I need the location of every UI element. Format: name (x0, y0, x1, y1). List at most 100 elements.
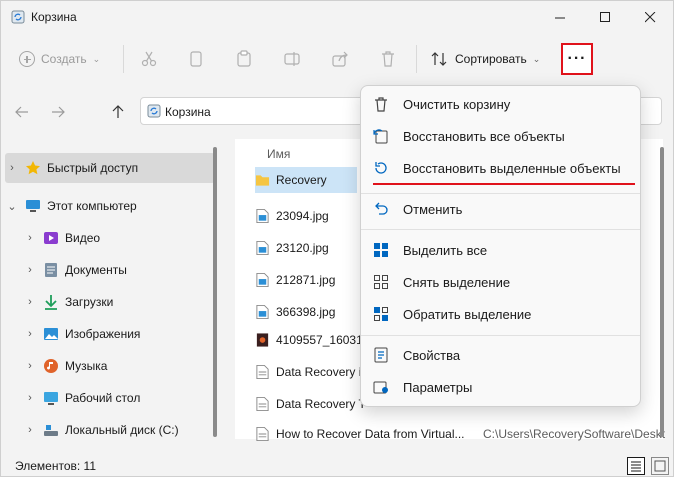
sidebar-item-downloads[interactable]: › Загрузки (23, 287, 213, 317)
menu-item-label: Очистить корзину (403, 96, 511, 112)
close-icon (644, 11, 655, 22)
chevron-right-icon[interactable]: › (23, 424, 37, 436)
computer-icon (26, 200, 40, 212)
address-path: Корзина (165, 105, 211, 119)
menu-item-restore-all[interactable]: Восстановить все объекты (365, 120, 637, 152)
item-count: Элементов: 11 (15, 459, 96, 473)
paste-icon[interactable] (234, 49, 254, 69)
new-button-label: Создать (41, 52, 87, 66)
menu-item-label: Снять выделение (403, 274, 511, 290)
navigation-pane: › Быстрый доступ ⌄ Этот компьютер › Виде… (1, 147, 223, 447)
sidebar-item-local-disk[interactable]: › Локальный диск (C:) (23, 415, 213, 445)
menu-item-select-none[interactable]: Снять выделение (365, 266, 637, 298)
maximize-button[interactable] (582, 1, 628, 33)
file-row[interactable]: Recovery (255, 167, 357, 193)
sidebar-item-pictures[interactable]: › Изображения (23, 319, 213, 349)
sidebar-item-desktop[interactable]: › Рабочий стол (23, 383, 213, 413)
menu-item-restore-selected[interactable]: Восстановить выделенные объекты (365, 152, 637, 184)
video-icon (44, 232, 58, 244)
plus-icon (19, 51, 35, 67)
menu-item-select-all[interactable]: Выделить все (365, 234, 637, 266)
share-icon[interactable] (330, 49, 350, 69)
file-row[interactable]: How to Recover Data from Virtual... C:\U… (255, 421, 665, 447)
rename-icon[interactable] (282, 49, 302, 69)
chevron-right-icon[interactable]: › (23, 264, 37, 276)
chevron-right-icon[interactable]: › (23, 296, 37, 308)
arrow-right-icon (52, 106, 65, 118)
documents-icon (45, 263, 57, 277)
menu-item-empty-bin[interactable]: Очистить корзину (365, 88, 637, 120)
menu-item-undo[interactable]: Отменить (365, 193, 637, 225)
cut-icon[interactable] (139, 49, 159, 69)
menu-divider (361, 229, 640, 230)
desktop-icon (44, 392, 58, 405)
back-button[interactable] (11, 101, 33, 123)
chevron-right-icon[interactable]: › (23, 328, 37, 340)
chevron-right-icon[interactable]: › (23, 392, 37, 404)
image-file-icon (256, 208, 269, 224)
menu-item-label: Свойства (403, 347, 461, 363)
sidebar-item-quick-access[interactable]: › Быстрый доступ (5, 153, 215, 183)
file-name: 366398.jpg (276, 305, 336, 319)
chevron-right-icon[interactable]: › (23, 232, 37, 244)
menu-item-label: Восстановить выделенные объекты (403, 160, 621, 176)
file-explorer-window: Корзина Создать ⌄ Сортировать ⌄ ··· Корз… (0, 0, 674, 477)
status-bar: Элементов: 11 (1, 453, 674, 477)
document-file-icon (256, 396, 269, 412)
menu-item-label: Обратить выделение (403, 306, 532, 322)
music-icon (44, 359, 58, 373)
copy-icon[interactable] (186, 49, 206, 69)
toolbar-divider (416, 45, 417, 73)
chevron-right-icon[interactable]: › (5, 162, 19, 174)
forward-button[interactable] (47, 101, 69, 123)
chevron-right-icon[interactable]: › (23, 360, 37, 372)
image-file-icon (256, 304, 269, 320)
sidebar-scrollbar[interactable] (213, 147, 217, 437)
sidebar-item-label: Рабочий стол (65, 391, 141, 405)
file-name: Data Recovery T (276, 397, 366, 411)
sidebar-item-label: Изображения (65, 327, 141, 341)
delete-icon[interactable] (378, 49, 398, 69)
sidebar-item-label: Видео (65, 231, 101, 245)
properties-icon (374, 347, 388, 363)
title-bar: Корзина (1, 1, 674, 33)
star-icon (26, 161, 40, 175)
command-bar: Создать ⌄ Сортировать ⌄ ··· (1, 37, 674, 81)
sidebar-item-this-pc[interactable]: ⌄ Этот компьютер (5, 191, 215, 221)
image-file-icon (256, 272, 269, 288)
more-options-button[interactable]: ··· (561, 43, 593, 75)
sidebar-item-label: Музыка (65, 359, 108, 373)
empty-bin-icon (375, 97, 387, 112)
sort-button-label: Сортировать (455, 52, 527, 66)
sidebar-item-documents[interactable]: › Документы (23, 255, 213, 285)
details-view-button[interactable] (627, 457, 645, 475)
minimize-button[interactable] (537, 1, 583, 33)
highlight-underline (373, 183, 635, 185)
maximize-icon (599, 11, 610, 22)
file-name: 23120.jpg (276, 241, 329, 255)
more-options-menu: Очистить корзину Восстановить все объект… (360, 85, 641, 407)
column-header-name[interactable]: Имя (267, 147, 290, 161)
drive-icon (44, 425, 58, 436)
menu-item-properties[interactable]: Свойства (365, 339, 637, 371)
file-original-location: C:\Users\RecoverySoftware\Deskt (483, 427, 666, 441)
menu-item-options[interactable]: Параметры (365, 371, 637, 403)
sort-icon (431, 52, 447, 66)
up-button[interactable] (107, 101, 129, 123)
tiles-view-button[interactable] (651, 457, 669, 475)
sidebar-item-music[interactable]: › Музыка (23, 351, 213, 381)
close-button[interactable] (627, 1, 673, 33)
sidebar-item-label: Локальный диск (C:) (65, 423, 179, 437)
new-button[interactable]: Создать ⌄ (19, 45, 100, 73)
image-file-icon (256, 333, 269, 347)
sort-button[interactable]: Сортировать ⌄ (431, 45, 540, 73)
chevron-down-icon: ⌄ (92, 53, 101, 64)
recycle-bin-icon (147, 104, 161, 118)
arrow-up-icon (112, 105, 124, 118)
menu-item-invert-selection[interactable]: Обратить выделение (365, 298, 637, 330)
minimize-icon (554, 17, 565, 18)
sidebar-item-videos[interactable]: › Видео (23, 223, 213, 253)
chevron-down-icon[interactable]: ⌄ (5, 200, 19, 213)
file-list-scrollbar[interactable] (660, 147, 664, 437)
sidebar-item-label: Быстрый доступ (47, 161, 139, 175)
